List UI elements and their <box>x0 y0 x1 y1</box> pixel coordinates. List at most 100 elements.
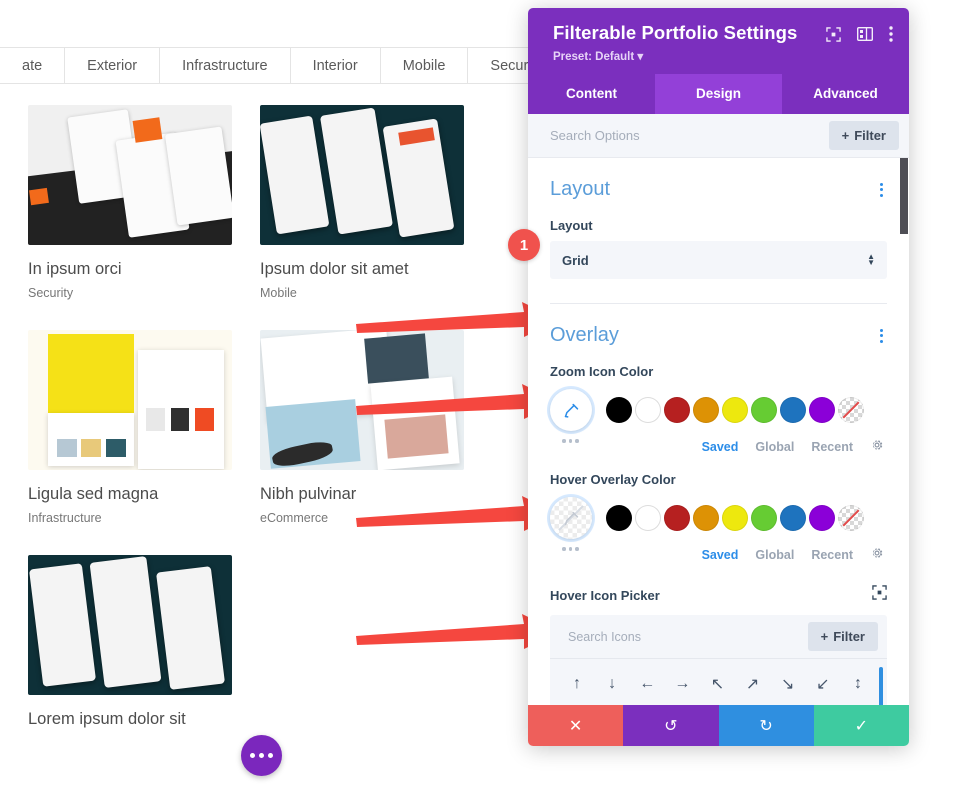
stepper-arrows-icon: ▲ ▼ <box>867 252 875 267</box>
arrow-updown-split-icon[interactable]: ⇵ <box>562 700 592 705</box>
arrow-corner-down-icon[interactable]: ↘ <box>667 700 697 705</box>
palette-swatch-dark-red[interactable] <box>664 505 690 531</box>
palette-swatch-white[interactable] <box>635 397 661 423</box>
palette-swatch-green[interactable] <box>751 505 777 531</box>
filter-tab[interactable]: ate <box>0 48 66 83</box>
palette-swatch-black[interactable] <box>606 505 632 531</box>
thumbnail-art <box>28 555 232 695</box>
palette-swatch-purple[interactable] <box>809 397 835 423</box>
floating-action-button[interactable] <box>241 735 282 776</box>
portfolio-item[interactable]: Ligula sed magna Infrastructure <box>28 330 232 525</box>
arrow-vertical-icon[interactable]: ↕ <box>843 668 873 700</box>
eyedropper-disabled-icon[interactable] <box>550 497 592 539</box>
palette-swatch-yellow[interactable] <box>722 397 748 423</box>
arrow-right-icon[interactable]: → <box>667 668 697 700</box>
palette-swatch-white[interactable] <box>635 505 661 531</box>
save-button[interactable]: ✓ <box>813 705 909 746</box>
tab-content[interactable]: Content <box>528 74 655 114</box>
palette-swatch-purple[interactable] <box>809 505 835 531</box>
section-kebab-icon[interactable] <box>876 179 887 201</box>
palette-swatch-blue[interactable] <box>780 397 806 423</box>
arrow-collapse-icon[interactable]: ↖ <box>738 700 768 705</box>
palette-swatch-black[interactable] <box>606 397 632 423</box>
more-options-icon[interactable] <box>562 547 579 551</box>
palette-swatch-orange[interactable] <box>693 397 719 423</box>
portfolio-thumbnail[interactable] <box>28 105 232 245</box>
section-kebab-icon[interactable] <box>876 325 887 347</box>
tab-saved[interactable]: Saved <box>702 440 739 454</box>
tab-advanced[interactable]: Advanced <box>782 74 909 114</box>
arrow-expand-alt-icon[interactable]: ↙ <box>773 700 803 705</box>
palette-swatch-dark-red[interactable] <box>664 397 690 423</box>
search-options-input[interactable] <box>550 128 821 143</box>
portfolio-item[interactable]: Ipsum dolor sit amet Mobile <box>260 105 464 300</box>
swatch-meta-row: Saved Global Recent <box>579 438 888 455</box>
eyedropper-icon[interactable] <box>550 389 592 431</box>
modal-body[interactable]: Layout Layout Grid ▲ ▼ Overlay Zoom Icon … <box>528 158 909 705</box>
tab-recent[interactable]: Recent <box>811 548 853 562</box>
section-title: Layout <box>550 178 611 200</box>
more-options-icon[interactable] <box>562 439 579 443</box>
thumbnail-art <box>260 330 464 470</box>
focus-frame-icon[interactable] <box>826 26 841 42</box>
portfolio-thumbnail[interactable] <box>260 330 464 470</box>
portfolio-thumbnail[interactable] <box>28 330 232 470</box>
portfolio-item[interactable]: Lorem ipsum dolor sit <box>28 555 232 736</box>
layout-select[interactable]: Grid ▲ ▼ <box>550 241 887 279</box>
filter-button-label: Filter <box>854 128 886 143</box>
filter-tab[interactable]: Mobile <box>381 48 469 83</box>
portfolio-item[interactable]: Nibh pulvinar eCommerce <box>260 330 464 525</box>
options-search-bar: + Filter <box>528 114 909 158</box>
portfolio-item[interactable]: In ipsum orci Security <box>28 105 232 300</box>
tab-global[interactable]: Global <box>755 440 794 454</box>
tab-design[interactable]: Design <box>655 74 782 114</box>
icon-filter-button[interactable]: + Filter <box>807 622 878 651</box>
arrow-up-icon[interactable]: ↑ <box>562 668 592 700</box>
icon-grid-scrollbar[interactable] <box>879 667 883 705</box>
tab-saved[interactable]: Saved <box>702 548 739 562</box>
palette-swatch-orange[interactable] <box>693 505 719 531</box>
tab-recent[interactable]: Recent <box>811 440 853 454</box>
icon-grid: ↑ ↓ ← → ↖ ↗ ↘ ↙ ↕ ⇵ ⇌ <box>550 658 887 705</box>
arrow-expand-icon[interactable]: ↗ <box>703 700 733 705</box>
chevron-up-icon[interactable]: ^ <box>843 700 873 705</box>
palette-swatch-yellow[interactable] <box>722 505 748 531</box>
arrow-horizontal-icon[interactable]: ↔ <box>632 700 662 705</box>
arrow-down-left-icon[interactable]: ↙ <box>808 668 838 700</box>
filter-tab[interactable]: Interior <box>291 48 381 83</box>
palette-swatch-transparent[interactable] <box>838 397 864 423</box>
portfolio-item-title: In ipsum orci <box>28 260 122 278</box>
arrow-up-left-icon[interactable]: ↖ <box>703 668 733 700</box>
portfolio-thumbnail[interactable] <box>260 105 464 245</box>
palette-swatch-green[interactable] <box>751 397 777 423</box>
section-layout: Layout Layout Grid ▲ ▼ <box>528 158 909 304</box>
tab-global[interactable]: Global <box>755 548 794 562</box>
expand-frame-icon[interactable] <box>872 585 887 605</box>
arrow-up-right-icon[interactable]: ↗ <box>738 668 768 700</box>
portfolio-item-title: Nibh pulvinar <box>260 485 357 503</box>
section-header: Overlay <box>550 324 887 347</box>
section-header: Layout <box>550 178 887 201</box>
arrow-down-icon[interactable]: ↓ <box>597 668 627 700</box>
layout-panel-icon[interactable] <box>857 27 873 41</box>
search-icons-input[interactable] <box>568 629 800 644</box>
arrow-exchange-icon[interactable]: ⇌ <box>597 700 627 705</box>
filter-tab[interactable]: Infrastructure <box>160 48 291 83</box>
gear-icon[interactable] <box>870 546 884 563</box>
modal-scrollbar[interactable] <box>900 158 908 234</box>
options-filter-button[interactable]: + Filter <box>828 121 899 150</box>
zoom-icon-color-swatches <box>550 389 887 431</box>
gear-icon[interactable] <box>870 438 884 455</box>
undo-button[interactable]: ↺ <box>623 705 719 746</box>
arrows-move-icon[interactable]: ✛ <box>808 700 838 705</box>
arrow-down-right-icon[interactable]: ↘ <box>773 668 803 700</box>
portfolio-thumbnail[interactable] <box>28 555 232 695</box>
palette-swatch-transparent[interactable] <box>838 505 864 531</box>
redo-button[interactable]: ↻ <box>718 705 814 746</box>
arrow-left-icon[interactable]: ← <box>632 668 662 700</box>
cancel-button[interactable]: ✕ <box>528 705 624 746</box>
filter-tab[interactable]: Exterior <box>65 48 161 83</box>
kebab-menu-icon[interactable] <box>889 26 893 42</box>
palette-swatch-blue[interactable] <box>780 505 806 531</box>
modal-preset[interactable]: Preset: Default ▾ <box>553 49 891 63</box>
